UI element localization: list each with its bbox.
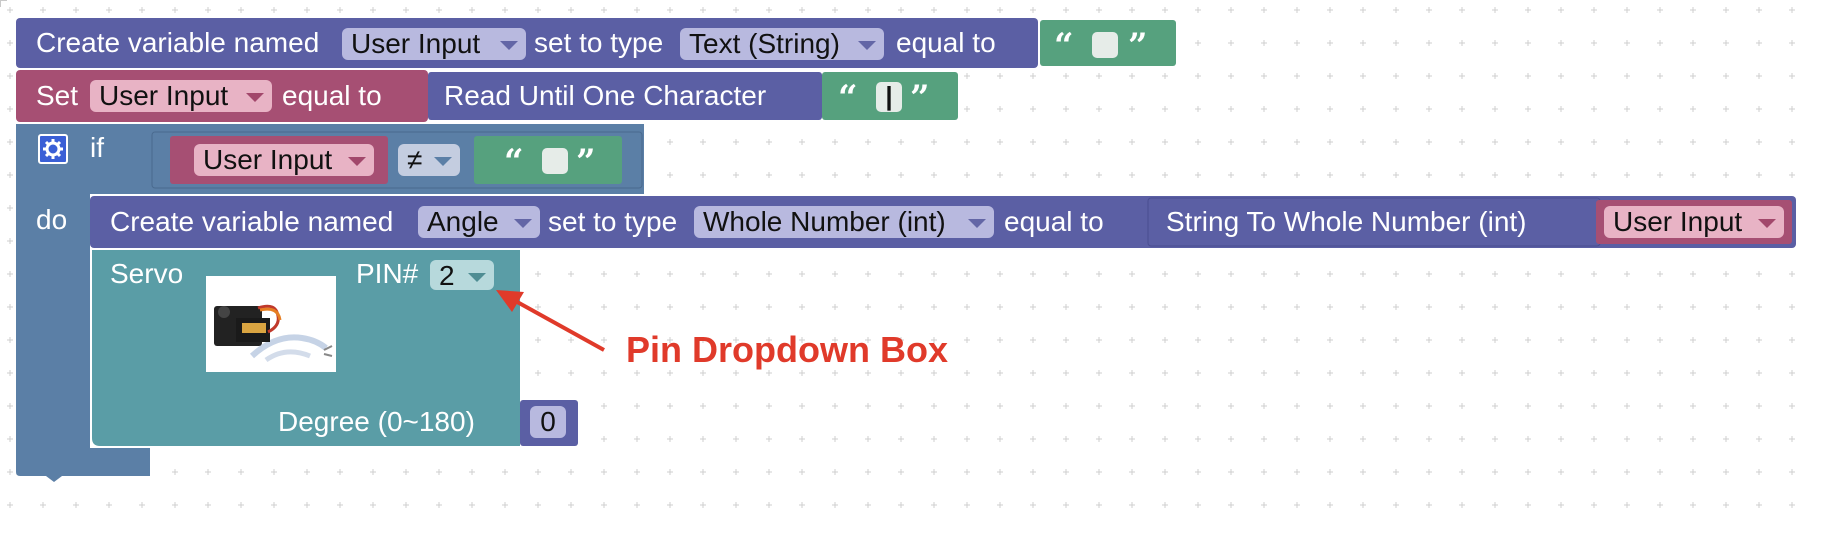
arrow-head [496, 290, 524, 312]
arrow-line [509, 296, 605, 352]
annotation-arrow [496, 290, 605, 352]
annotation-label: Pin Dropdown Box [626, 329, 948, 370]
